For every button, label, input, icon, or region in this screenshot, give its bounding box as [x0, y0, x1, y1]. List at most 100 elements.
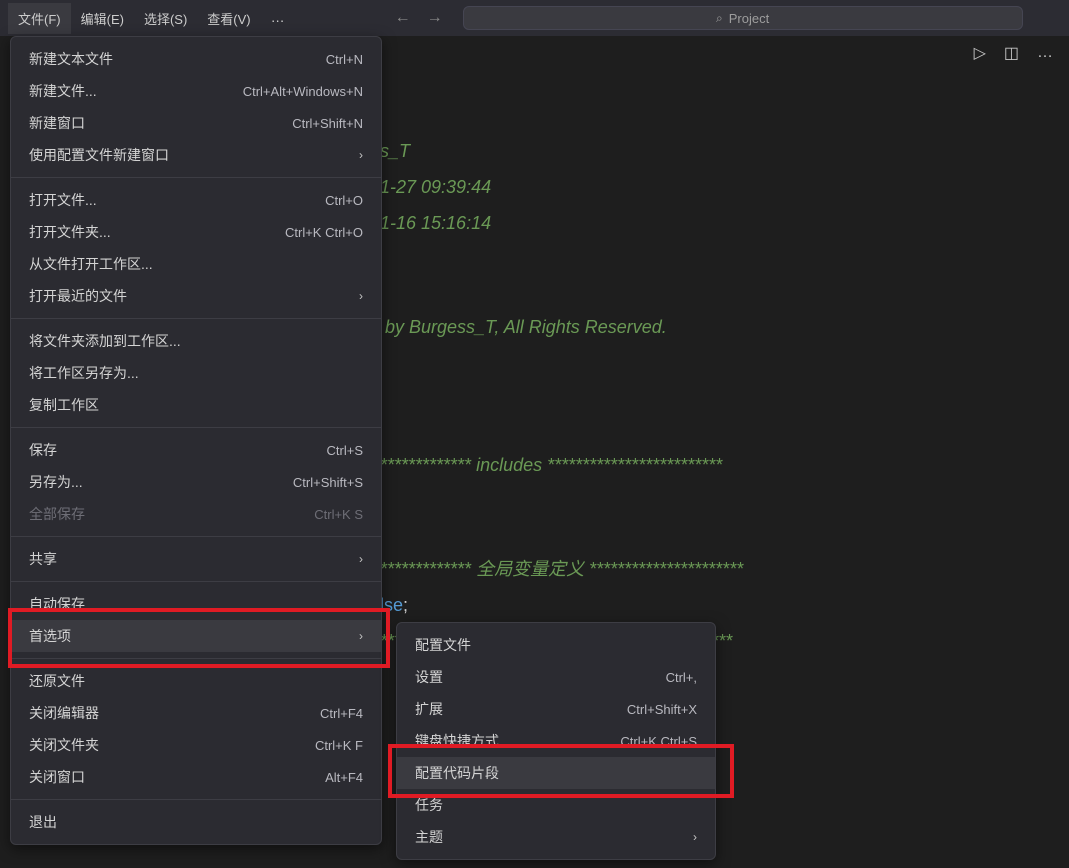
menu-item-shortcut: Ctrl+S	[327, 443, 363, 458]
menu-item[interactable]: 配置代码片段	[397, 757, 715, 789]
chevron-right-icon: ›	[359, 629, 363, 643]
menu-item[interactable]: 退出	[11, 806, 381, 838]
menu-item[interactable]: 保存Ctrl+S	[11, 434, 381, 466]
menu-item-label: 共享	[29, 549, 57, 569]
command-center-label: Project	[729, 11, 769, 26]
menu-item[interactable]: 设置 Ctrl+,	[397, 661, 715, 693]
menu-item-label: 键盘快捷方式	[415, 731, 499, 751]
code-line: ************* 全局变量定义 *******************…	[380, 559, 743, 579]
menu-item-shortcut: Ctrl+F4	[320, 706, 363, 721]
menu-item-shortcut: Ctrl+Shift+X	[627, 702, 697, 717]
menu-item-label: 主题	[415, 827, 443, 847]
title-bar: 文件(F) 编辑(E) 选择(S) 查看(V) … ← → ⌕ Project	[0, 0, 1069, 36]
menu-item-label: 新建文件...	[29, 81, 97, 101]
menu-item-label: 关闭窗口	[29, 767, 85, 787]
menu-item-label: 使用配置文件新建窗口	[29, 145, 169, 165]
menu-item-label: 关闭文件夹	[29, 735, 99, 755]
menu-item[interactable]: 将文件夹添加到工作区...	[11, 325, 381, 357]
menu-item-shortcut: Ctrl+Alt+Windows+N	[243, 84, 363, 99]
menu-item[interactable]: 还原文件	[11, 665, 381, 697]
menu-item-label: 打开文件...	[29, 190, 97, 210]
menu-item[interactable]: 打开文件夹... Ctrl+K Ctrl+O	[11, 216, 381, 248]
menu-item-label: 新建窗口	[29, 113, 85, 133]
menu-item[interactable]: 自动保存	[11, 588, 381, 620]
menu-item[interactable]: 关闭编辑器 Ctrl+F4	[11, 697, 381, 729]
menu-separator	[11, 581, 381, 582]
chevron-right-icon: ›	[359, 289, 363, 303]
more-actions-icon[interactable]: …	[1037, 44, 1053, 62]
menu-item[interactable]: 首选项›	[11, 620, 381, 652]
command-center[interactable]: ⌕ Project	[463, 6, 1023, 30]
chevron-right-icon: ›	[359, 148, 363, 162]
menu-item-label: 设置	[415, 667, 443, 687]
menu-item[interactable]: 新建窗口 Ctrl+Shift+N	[11, 107, 381, 139]
menu-separator	[11, 799, 381, 800]
menu-overflow[interactable]: …	[261, 3, 295, 34]
menu-item-shortcut: Ctrl+,	[666, 670, 697, 685]
menu-edit[interactable]: 编辑(E)	[71, 3, 134, 34]
preferences-submenu: 配置文件设置 Ctrl+, 扩展 Ctrl+Shift+X 键盘快捷方式 Ctrl+K C…	[396, 622, 716, 860]
menu-item-label: 复制工作区	[29, 395, 99, 415]
menu-view[interactable]: 查看(V)	[197, 3, 260, 34]
run-icon[interactable]: ▷	[974, 43, 986, 63]
code-line: s_T	[380, 141, 410, 161]
menu-item-label: 扩展	[415, 699, 443, 719]
menu-item[interactable]: 扩展 Ctrl+Shift+X	[397, 693, 715, 725]
menu-file[interactable]: 文件(F)	[8, 3, 71, 34]
menu-item-shortcut: Ctrl+Shift+S	[293, 475, 363, 490]
menu-select[interactable]: 选择(S)	[134, 3, 197, 34]
menu-item[interactable]: 复制工作区	[11, 389, 381, 421]
menu-item-label: 全部保存	[29, 504, 85, 524]
menu-item-label: 配置代码片段	[415, 763, 499, 783]
file-menu: 新建文本文件 Ctrl+N 新建文件... Ctrl+Alt+Windows+N 新建窗…	[10, 36, 382, 845]
menu-item[interactable]: 键盘快捷方式 Ctrl+K Ctrl+S	[397, 725, 715, 757]
menu-separator	[11, 177, 381, 178]
menu-item[interactable]: 主题›	[397, 821, 715, 853]
split-editor-icon[interactable]: ◫	[1004, 43, 1019, 63]
menu-item[interactable]: 新建文本文件 Ctrl+N	[11, 43, 381, 75]
menu-item-shortcut: Ctrl+K Ctrl+S	[620, 734, 697, 749]
menu-item: 全部保存 Ctrl+K S	[11, 498, 381, 530]
menu-item-label: 打开文件夹...	[29, 222, 111, 242]
menu-item-label: 打开最近的文件	[29, 286, 127, 306]
editor-area[interactable]: s_T 1-27 09:39:44 1-16 15:16:14 by Burge…	[380, 100, 743, 660]
menu-separator	[11, 427, 381, 428]
menu-item-label: 新建文本文件	[29, 49, 113, 69]
menu-item-label: 将文件夹添加到工作区...	[29, 331, 181, 351]
menu-item[interactable]: 打开文件... Ctrl+O	[11, 184, 381, 216]
menu-separator	[11, 536, 381, 537]
menubar: 文件(F) 编辑(E) 选择(S) 查看(V) …	[8, 3, 295, 34]
code-line: 1-16 15:16:14	[380, 213, 491, 233]
menu-item[interactable]: 将工作区另存为...	[11, 357, 381, 389]
nav-back-icon[interactable]: ←	[395, 9, 411, 27]
code-line: ************* includes *****************…	[380, 455, 722, 475]
menu-item[interactable]: 配置文件	[397, 629, 715, 661]
menu-item[interactable]: 任务	[397, 789, 715, 821]
menu-item-shortcut: Ctrl+K F	[315, 738, 363, 753]
code-line: by Burgess_T, All Rights Reserved.	[380, 317, 667, 337]
chevron-right-icon: ›	[359, 552, 363, 566]
menu-item[interactable]: 关闭窗口 Alt+F4	[11, 761, 381, 793]
nav-forward-icon[interactable]: →	[427, 9, 443, 27]
menu-item-label: 从文件打开工作区...	[29, 254, 153, 274]
menu-item[interactable]: 从文件打开工作区...	[11, 248, 381, 280]
menu-item-shortcut: Alt+F4	[325, 770, 363, 785]
menu-item[interactable]: 使用配置文件新建窗口 ›	[11, 139, 381, 171]
menu-separator	[11, 658, 381, 659]
menu-item-label: 退出	[29, 812, 57, 832]
menu-item-shortcut: Ctrl+Shift+N	[292, 116, 363, 131]
menu-item[interactable]: 新建文件... Ctrl+Alt+Windows+N	[11, 75, 381, 107]
menu-item-shortcut: Ctrl+N	[326, 52, 363, 67]
menu-item[interactable]: 打开最近的文件 ›	[11, 280, 381, 312]
menu-item-label: 关闭编辑器	[29, 703, 99, 723]
menu-item[interactable]: 关闭文件夹 Ctrl+K F	[11, 729, 381, 761]
menu-item-shortcut: Ctrl+K S	[314, 507, 363, 522]
menu-item[interactable]: 另存为...Ctrl+Shift+S	[11, 466, 381, 498]
menu-item-label: 配置文件	[415, 635, 471, 655]
menu-item-shortcut: Ctrl+K Ctrl+O	[285, 225, 363, 240]
menu-item[interactable]: 共享 ›	[11, 543, 381, 575]
code-line: 1-27 09:39:44	[380, 177, 491, 197]
menu-item-label: 自动保存	[29, 594, 85, 614]
menu-item-label: 任务	[415, 795, 443, 815]
menu-item-shortcut: Ctrl+O	[325, 193, 363, 208]
